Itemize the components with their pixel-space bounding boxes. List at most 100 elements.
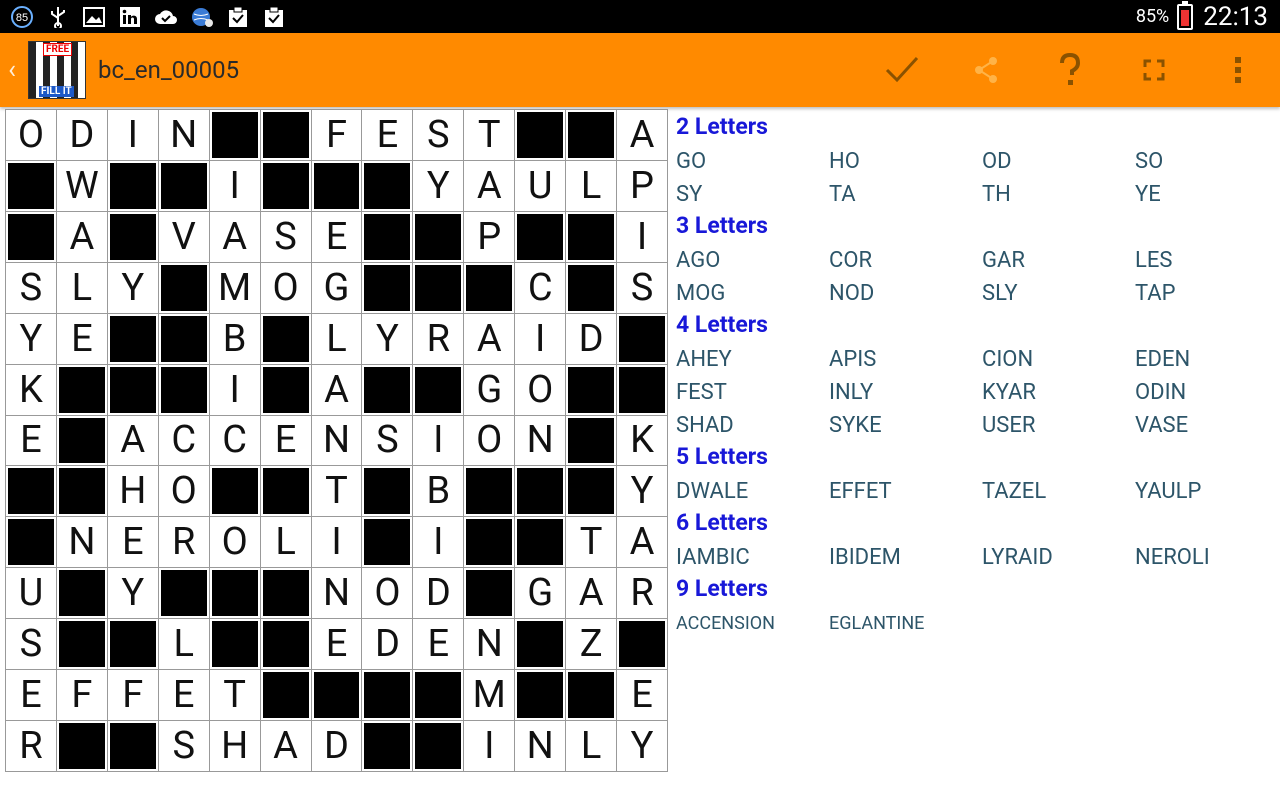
- grid-cell[interactable]: I: [617, 211, 668, 263]
- grid-cell[interactable]: A: [464, 313, 516, 365]
- grid-cell[interactable]: H: [107, 466, 159, 518]
- grid-cell[interactable]: F: [311, 110, 363, 161]
- grid-cell[interactable]: S: [260, 211, 312, 263]
- grid-cell[interactable]: L: [311, 313, 363, 365]
- grid-cell[interactable]: T: [311, 466, 363, 518]
- word-item[interactable]: AHEY: [676, 343, 829, 376]
- grid-cell[interactable]: K: [6, 364, 57, 416]
- grid-cell[interactable]: G: [311, 262, 363, 314]
- grid-cell[interactable]: Y: [107, 262, 159, 314]
- grid-cell[interactable]: Y: [413, 160, 465, 212]
- share-button[interactable]: [944, 33, 1028, 107]
- word-item[interactable]: SLY: [982, 277, 1135, 310]
- grid-cell[interactable]: O: [6, 110, 57, 161]
- grid-cell[interactable]: N: [515, 721, 567, 772]
- word-item[interactable]: NOD: [829, 277, 982, 310]
- grid-cell[interactable]: T: [566, 517, 618, 569]
- grid-cell[interactable]: N: [464, 619, 516, 671]
- grid-cell[interactable]: Y: [617, 721, 668, 772]
- grid-cell[interactable]: I: [413, 415, 465, 467]
- grid-cell[interactable]: F: [107, 670, 159, 722]
- grid-cell[interactable]: E: [260, 415, 312, 467]
- grid-cell[interactable]: R: [158, 517, 210, 569]
- grid-cell[interactable]: E: [56, 313, 108, 365]
- word-item[interactable]: VASE: [1135, 409, 1276, 442]
- grid-cell[interactable]: O: [515, 364, 567, 416]
- word-item[interactable]: TAZEL: [982, 475, 1135, 508]
- grid-cell[interactable]: E: [107, 517, 159, 569]
- word-item[interactable]: EFFET: [829, 475, 982, 508]
- word-item[interactable]: USER: [982, 409, 1135, 442]
- grid-cell[interactable]: I: [464, 721, 516, 772]
- grid-cell[interactable]: I: [209, 160, 261, 212]
- grid-cell[interactable]: A: [311, 364, 363, 416]
- grid-cell[interactable]: O: [464, 415, 516, 467]
- word-item[interactable]: CION: [982, 343, 1135, 376]
- word-item[interactable]: SHAD: [676, 409, 829, 442]
- grid-cell[interactable]: A: [260, 721, 312, 772]
- grid-cell[interactable]: E: [311, 211, 363, 263]
- word-item[interactable]: LYRAID: [982, 541, 1135, 574]
- grid-cell[interactable]: S: [617, 262, 668, 314]
- back-chevron-icon[interactable]: ‹: [2, 55, 22, 85]
- grid-cell[interactable]: H: [209, 721, 261, 772]
- grid-cell[interactable]: A: [56, 211, 108, 263]
- word-item[interactable]: GO: [676, 145, 829, 178]
- grid-cell[interactable]: S: [6, 619, 57, 671]
- word-item[interactable]: SYKE: [829, 409, 982, 442]
- grid-cell[interactable]: R: [413, 313, 465, 365]
- grid-cell[interactable]: V: [158, 211, 210, 263]
- grid-cell[interactable]: K: [617, 415, 668, 467]
- grid-cell[interactable]: G: [515, 568, 567, 620]
- grid-cell[interactable]: O: [209, 517, 261, 569]
- word-item[interactable]: EGLANTINE: [829, 607, 982, 640]
- grid-cell[interactable]: N: [515, 415, 567, 467]
- word-item[interactable]: FEST: [676, 376, 829, 409]
- word-item[interactable]: ODIN: [1135, 376, 1276, 409]
- word-item[interactable]: IBIDEM: [829, 541, 982, 574]
- word-item[interactable]: YAULP: [1135, 475, 1276, 508]
- word-item[interactable]: TA: [829, 178, 982, 211]
- grid-cell[interactable]: A: [617, 517, 668, 569]
- word-item[interactable]: DWALE: [676, 475, 829, 508]
- grid-cell[interactable]: L: [56, 262, 108, 314]
- grid-cell[interactable]: U: [6, 568, 57, 620]
- grid-cell[interactable]: I: [107, 110, 159, 161]
- grid-cell[interactable]: N: [311, 415, 363, 467]
- grid-cell[interactable]: N: [158, 110, 210, 161]
- grid-cell[interactable]: E: [617, 670, 668, 722]
- grid-cell[interactable]: L: [260, 517, 312, 569]
- word-item[interactable]: SY: [676, 178, 829, 211]
- grid-cell[interactable]: F: [56, 670, 108, 722]
- grid-cell[interactable]: E: [413, 619, 465, 671]
- grid-cell[interactable]: I: [515, 313, 567, 365]
- grid-cell[interactable]: M: [209, 262, 261, 314]
- grid-cell[interactable]: L: [158, 619, 210, 671]
- word-item[interactable]: INLY: [829, 376, 982, 409]
- word-item[interactable]: OD: [982, 145, 1135, 178]
- grid-cell[interactable]: A: [566, 568, 618, 620]
- check-button[interactable]: [860, 33, 944, 107]
- grid-cell[interactable]: R: [617, 568, 668, 620]
- word-item[interactable]: COR: [829, 244, 982, 277]
- grid-cell[interactable]: M: [464, 670, 516, 722]
- grid-cell[interactable]: Y: [362, 313, 414, 365]
- grid-cell[interactable]: O: [158, 466, 210, 518]
- grid-cell[interactable]: D: [566, 313, 618, 365]
- grid-cell[interactable]: S: [362, 415, 414, 467]
- grid-cell[interactable]: O: [362, 568, 414, 620]
- grid-cell[interactable]: C: [515, 262, 567, 314]
- grid-cell[interactable]: S: [413, 110, 465, 161]
- word-item[interactable]: MOG: [676, 277, 829, 310]
- app-logo[interactable]: FREE FILL IT: [28, 41, 86, 99]
- grid-cell[interactable]: E: [311, 619, 363, 671]
- overflow-menu-button[interactable]: [1196, 33, 1280, 107]
- grid-cell[interactable]: N: [56, 517, 108, 569]
- grid-cell[interactable]: O: [260, 262, 312, 314]
- word-item[interactable]: TAP: [1135, 277, 1276, 310]
- grid-cell[interactable]: A: [209, 211, 261, 263]
- word-item[interactable]: TH: [982, 178, 1135, 211]
- grid-cell[interactable]: A: [464, 160, 516, 212]
- grid-cell[interactable]: D: [311, 721, 363, 772]
- grid-cell[interactable]: E: [6, 415, 57, 467]
